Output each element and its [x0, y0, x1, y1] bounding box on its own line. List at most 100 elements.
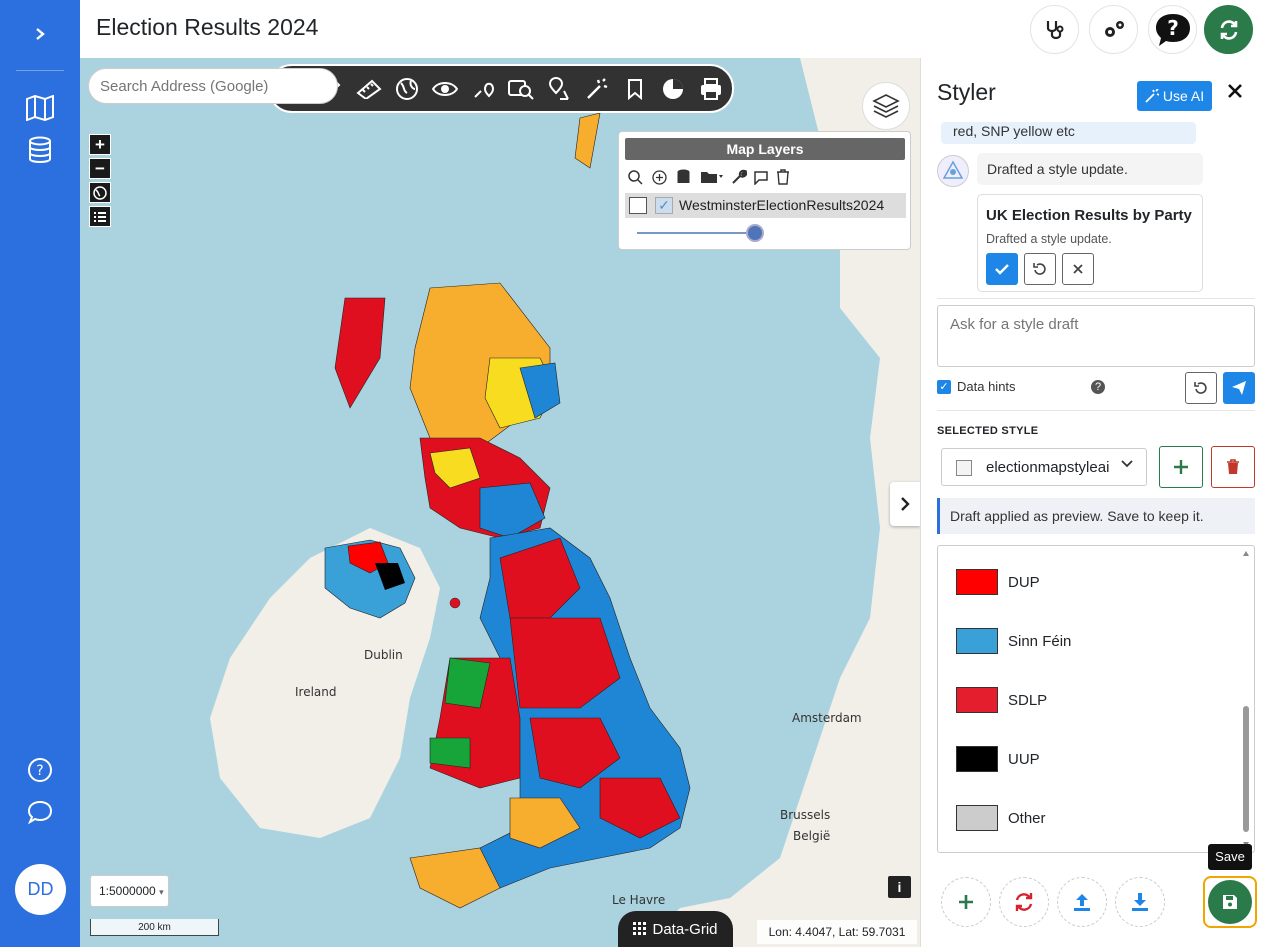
info-button[interactable]: i [888, 876, 911, 898]
accept-draft-button[interactable] [986, 253, 1018, 285]
help-icon[interactable]: ? [20, 750, 60, 790]
chat-history: red, SNP yellow etc Drafted a style upda… [937, 122, 1255, 297]
opacity-slider[interactable] [637, 232, 757, 234]
legend-label: UUP [1008, 750, 1040, 768]
draft-title: UK Election Results by Party [986, 207, 1192, 224]
expand-sidebar-icon[interactable] [20, 14, 60, 54]
search-icon[interactable] [626, 168, 644, 186]
collapse-panel-button[interactable] [890, 482, 920, 526]
database-icon[interactable] [20, 130, 60, 170]
database-icon[interactable] [674, 168, 692, 186]
undo-draft-button[interactable] [1024, 253, 1056, 285]
magic-wand-icon[interactable] [582, 74, 612, 104]
legend-swatch [956, 628, 998, 654]
wrench-icon[interactable] [730, 168, 748, 186]
scale-select[interactable]: 1:5000000 ▾ [90, 875, 169, 907]
user-message: red, SNP yellow etc [941, 122, 1196, 144]
add-circle-icon[interactable] [650, 168, 668, 186]
divider [937, 410, 1255, 411]
trash-icon[interactable] [774, 168, 792, 186]
layers-panel-title: Map Layers [625, 138, 905, 160]
legend-label: SDLP [1008, 691, 1048, 709]
sync-button[interactable] [999, 877, 1049, 927]
globe-icon[interactable] [89, 182, 111, 203]
save-button[interactable] [1208, 880, 1252, 924]
data-hints-toggle[interactable]: ✓ Data hints [937, 379, 1016, 394]
legend-swatch [956, 805, 998, 831]
settings-gears-icon[interactable] [1089, 5, 1138, 54]
preview-notice: Draft applied as preview. Save to keep i… [937, 498, 1255, 534]
stethoscope-icon[interactable] [1030, 5, 1079, 54]
list-icon[interactable] [89, 206, 111, 227]
zoom-in-button[interactable]: + [89, 134, 111, 155]
data-hints-checkbox[interactable]: ✓ [937, 379, 951, 394]
magic-wand-icon [1145, 89, 1159, 103]
data-grid-label: Data-Grid [652, 920, 718, 938]
location-pin-icon[interactable] [544, 74, 574, 104]
map-pin-route-icon[interactable] [468, 74, 498, 104]
download-button[interactable] [1115, 877, 1165, 927]
refresh-icon[interactable] [1204, 5, 1253, 54]
chat-icon[interactable] [20, 792, 60, 832]
region-western-isles [334, 297, 386, 409]
help-bubble-icon[interactable]: ? [1148, 5, 1197, 54]
legend-item[interactable]: DUP [956, 568, 1040, 596]
map-icon[interactable] [20, 88, 60, 128]
layer-select-checkbox[interactable] [629, 197, 647, 214]
delete-style-button[interactable] [1211, 446, 1255, 488]
search-area-icon[interactable] [506, 74, 536, 104]
legend-scrollbar[interactable] [1240, 546, 1252, 852]
close-icon [1073, 264, 1083, 274]
legend-label: Other [1008, 809, 1046, 827]
upload-button[interactable] [1057, 877, 1107, 927]
legend-swatch [956, 687, 998, 713]
eye-icon[interactable] [430, 74, 460, 104]
draft-card: UK Election Results by Party Drafted a s… [977, 194, 1203, 292]
legend-item[interactable]: Other [956, 804, 1046, 832]
add-style-button[interactable] [1159, 446, 1203, 488]
divider [937, 298, 1255, 299]
send-button[interactable] [1223, 372, 1255, 404]
label-le-havre: Le Havre [612, 893, 666, 907]
style-swatch [956, 460, 972, 476]
use-ai-label: Use AI [1162, 88, 1205, 104]
reject-draft-button[interactable] [1062, 253, 1094, 285]
style-prompt-input[interactable] [937, 305, 1255, 367]
map-canvas[interactable]: Dublin Ireland Amsterdam Brussels België… [80, 58, 920, 947]
zoom-out-button[interactable]: − [89, 158, 111, 179]
folder-icon[interactable] [699, 168, 725, 186]
save-tooltip: Save [1208, 844, 1252, 870]
measure-icon[interactable] [354, 74, 384, 104]
use-ai-button[interactable]: Use AI [1137, 81, 1212, 111]
scale-bar: 200 km [90, 919, 219, 936]
layer-row[interactable]: ✓ WestminsterElectionResults2024 [625, 193, 906, 218]
legend-item[interactable]: UUP [956, 745, 1040, 773]
bookmark-icon[interactable] [620, 74, 650, 104]
legend-item[interactable]: SDLP [956, 686, 1047, 714]
question-icon[interactable]: ? [1091, 380, 1105, 394]
legend-item[interactable]: Sinn Féin [956, 627, 1071, 655]
label-belgium: België [793, 829, 831, 843]
label-brussels: Brussels [780, 808, 831, 822]
legend-swatch [956, 569, 998, 595]
style-select[interactable]: electionmapstyleai [941, 448, 1147, 486]
layers-icon[interactable] [862, 82, 910, 130]
avatar[interactable]: DD [15, 864, 66, 915]
scale-select-value: 1:5000000 [99, 884, 156, 898]
opacity-slider-handle[interactable] [746, 224, 764, 242]
pie-chart-icon[interactable] [658, 74, 688, 104]
close-icon[interactable] [1227, 82, 1247, 108]
data-grid-button[interactable]: Data-Grid [618, 911, 733, 947]
undo-icon [1033, 263, 1046, 275]
floppy-disk-icon [1223, 895, 1237, 909]
comment-icon[interactable] [752, 168, 770, 186]
search-input[interactable] [88, 68, 338, 104]
bot-avatar-icon [937, 155, 969, 187]
print-icon[interactable] [696, 74, 726, 104]
legend-label: DUP [1008, 573, 1040, 591]
layer-visibility-checkbox[interactable]: ✓ [655, 197, 673, 214]
globe-draw-icon[interactable] [392, 74, 422, 104]
reset-prompt-button[interactable] [1185, 372, 1217, 404]
add-rule-button[interactable] [941, 877, 991, 927]
style-select-value: electionmapstyleai [986, 459, 1110, 476]
